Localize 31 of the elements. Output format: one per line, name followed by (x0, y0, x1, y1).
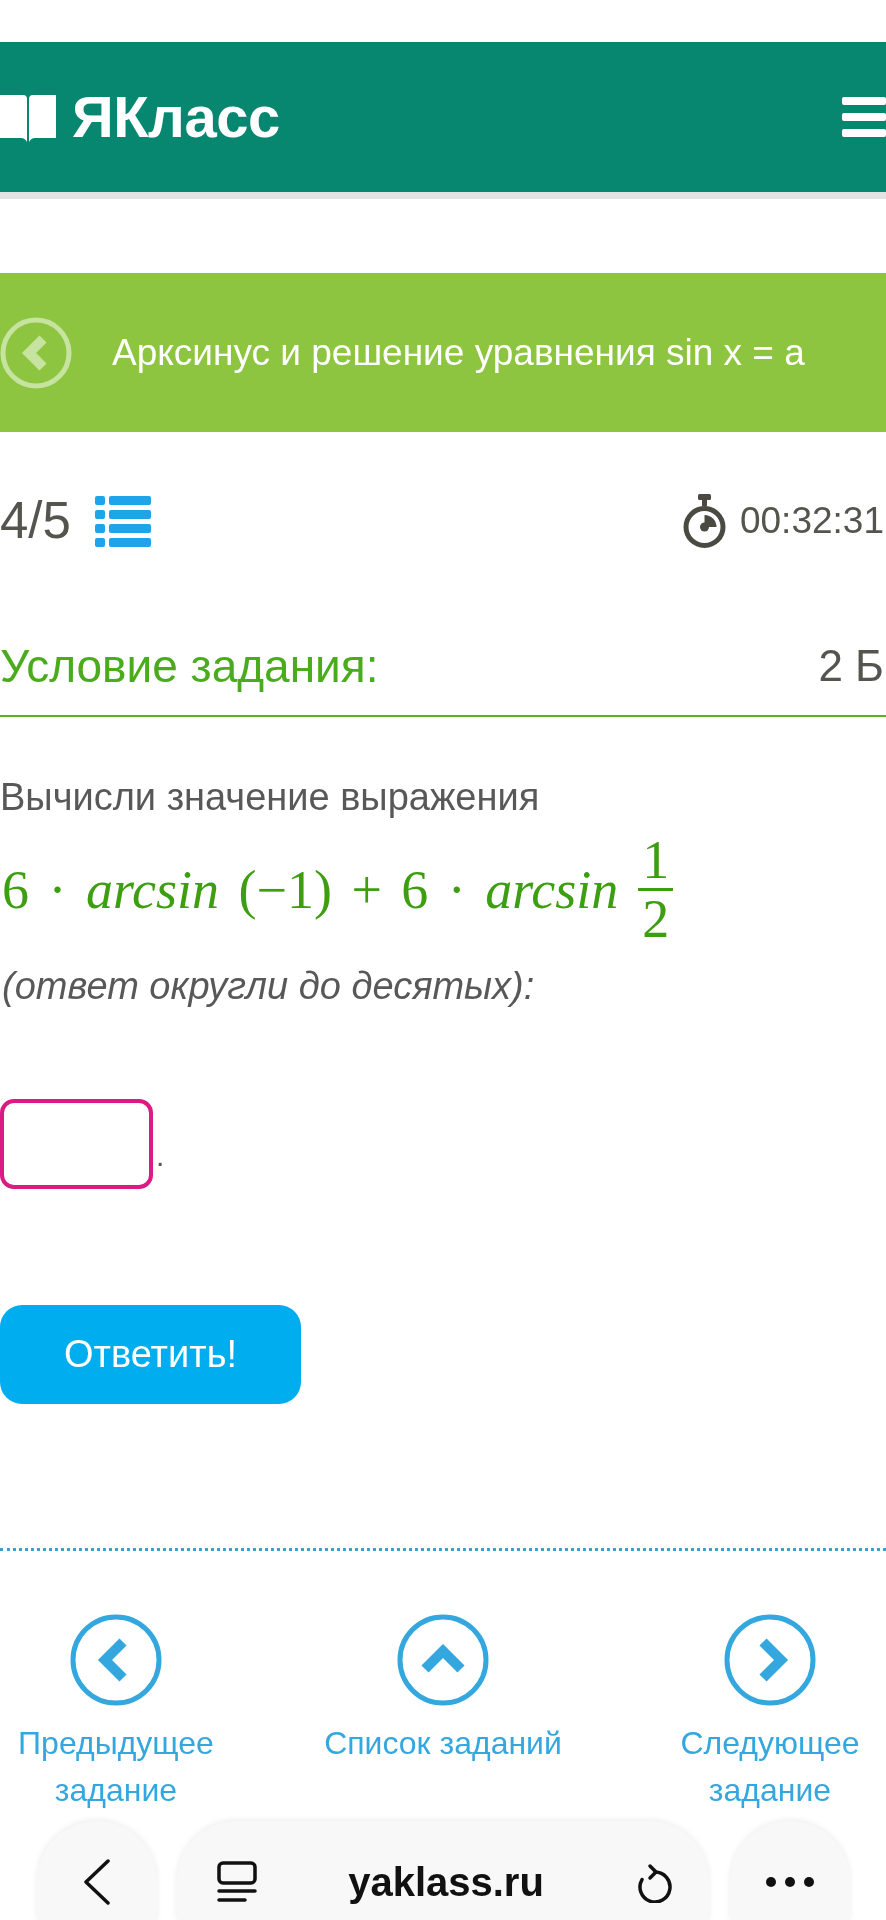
points-text: 2 Б (818, 640, 884, 692)
task-counter: 4/5 (0, 494, 71, 548)
ellipsis-icon[interactable] (766, 1877, 814, 1887)
reader-icon[interactable] (217, 1861, 257, 1903)
task-list-link[interactable]: Список заданий (324, 1614, 562, 1814)
address-bar[interactable]: yaklass.ru (177, 1821, 709, 1920)
topic-title: Арксинус и решение уравнения sin x = a (112, 330, 805, 375)
chevron-left-icon[interactable] (83, 1859, 111, 1905)
task-prompt: Вычисли значение выражения (0, 775, 541, 820)
book-icon[interactable] (0, 92, 56, 142)
list-icon[interactable] (94, 495, 151, 547)
answer-note: (ответ округли до десятых): (1, 964, 536, 1009)
answer-suffix: . (156, 1140, 165, 1172)
chevron-left-circle-icon[interactable] (70, 1614, 162, 1706)
logo-text[interactable]: ЯКласс (72, 84, 280, 150)
previous-task-link[interactable]: Предыдущее задание (0, 1614, 232, 1814)
menu-icon[interactable] (842, 97, 886, 137)
answer-field[interactable] (0, 1099, 153, 1189)
fraction-bar (638, 888, 674, 891)
task-heading: Условие задания: (0, 639, 379, 693)
next-task-link[interactable]: Следующее задание (654, 1614, 886, 1814)
chevron-right-circle-icon[interactable] (724, 1614, 816, 1706)
fraction-numerator: 1 (641, 832, 671, 888)
reload-icon[interactable] (635, 1861, 675, 1903)
submit-button[interactable]: Ответить! (0, 1305, 301, 1404)
address-text: yaklass.ru (348, 1861, 544, 1903)
timer-text: 00:32:31 (739, 499, 884, 543)
formula-text: 6 · arcsin (−1) + 6 · arcsin (1, 858, 619, 921)
chevron-up-circle-icon[interactable] (397, 1614, 489, 1706)
fraction-denominator: 2 (641, 891, 671, 947)
more-button[interactable] (730, 1821, 850, 1920)
